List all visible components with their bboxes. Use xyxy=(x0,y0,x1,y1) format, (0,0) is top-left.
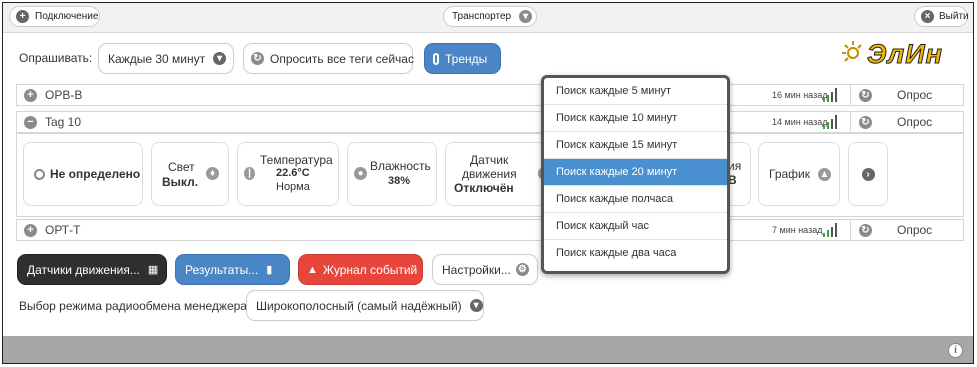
temperature-status: Норма xyxy=(276,181,310,193)
graph-label: График xyxy=(769,167,810,181)
sensor-panel: Не определено Свет Выкл. ♦ | Температура… xyxy=(16,133,964,217)
poll-interval-dropdown: Поиск каждые 5 минут Поиск каждые 10 мин… xyxy=(541,75,730,274)
logo-text: ЭлИн xyxy=(867,39,943,70)
dropdown-option[interactable]: Поиск каждые два часа xyxy=(544,240,727,267)
tag-row[interactable]: − Tag 10 14 мин назад ↻ Опрос xyxy=(16,111,964,133)
connect-label: Подключение xyxy=(35,11,99,22)
plus-icon: + xyxy=(16,10,29,23)
trends-button[interactable]: Тренды xyxy=(424,43,501,74)
tag-row[interactable]: + ОРВ-В 16 мин назад ↻ Опрос xyxy=(16,84,964,106)
light-label: Свет xyxy=(168,160,195,174)
poll-action[interactable]: Опрос xyxy=(897,223,932,237)
poll-action[interactable]: Опрос xyxy=(897,115,932,129)
tag-name: ОРТ-Т xyxy=(45,223,81,237)
tag-time: 16 мин назад xyxy=(772,90,828,100)
chart-icon: ▲ xyxy=(818,167,831,181)
tag-time: 14 мин назад xyxy=(772,117,828,127)
signal-icon xyxy=(823,115,841,129)
droplet-icon: ● xyxy=(354,167,367,180)
poll-label: Опрашивать: xyxy=(19,51,93,65)
settings-button[interactable]: Настройки... ⚙ xyxy=(432,254,538,285)
next-card-button[interactable]: › xyxy=(848,142,888,206)
refresh-icon[interactable]: ↻ xyxy=(859,115,872,129)
radio-mode-select[interactable]: Широкополосный (самый надёжный) ▾ xyxy=(246,290,484,321)
exit-button[interactable]: × Выйти xyxy=(914,6,969,27)
tag-name: ОРВ-В xyxy=(45,88,83,102)
divider xyxy=(850,85,851,105)
temperature-value: 22.6°C xyxy=(276,167,310,179)
poll-all-button[interactable]: ↻ Опросить все теги сейчас xyxy=(243,43,414,74)
tag-name: Tag 10 xyxy=(45,115,82,129)
info-icon[interactable]: i xyxy=(948,343,963,358)
dropdown-option-selected[interactable]: Поиск каждые 20 минут xyxy=(544,159,727,186)
humidity-label: Влажность xyxy=(370,159,431,173)
status-icon xyxy=(34,168,45,180)
divider xyxy=(850,112,851,132)
refresh-icon[interactable]: ↻ xyxy=(859,223,872,237)
plus-icon[interactable]: + xyxy=(24,88,37,102)
chevron-down-icon: ▾ xyxy=(213,52,227,65)
humidity-value: 38% xyxy=(388,175,411,187)
chevron-down-icon: ▾ xyxy=(469,299,483,312)
events-log-label: Журнал событий xyxy=(322,262,418,277)
app-window: + Подключение Транспортер ▾ × Выйти Опра… xyxy=(2,2,974,364)
radio-mode-label: Выбор режима радиообмена менеджера: xyxy=(19,299,251,313)
poll-action[interactable]: Опрос xyxy=(897,88,932,102)
transport-select[interactable]: Транспортер ▾ xyxy=(443,6,537,27)
top-bar: + Подключение Транспортер ▾ × Выйти xyxy=(3,3,973,33)
transport-label: Транспортер xyxy=(452,11,512,22)
poll-all-label: Опросить все теги сейчас xyxy=(270,51,414,66)
warning-icon: ▲ xyxy=(307,263,318,276)
motion-label-line1: Датчик xyxy=(470,153,509,167)
motion-card[interactable]: Датчик движения Отключён # xyxy=(445,142,555,206)
plus-icon[interactable]: + xyxy=(24,223,37,237)
dropdown-option[interactable]: Поиск каждые полчаса xyxy=(544,186,727,213)
events-log-button[interactable]: ▲ Журнал событий xyxy=(298,254,423,285)
signal-icon xyxy=(823,223,841,237)
bar-chart-icon: ▮ xyxy=(266,264,273,276)
logo: ЭлИн xyxy=(841,39,969,71)
motion-label-line2: движения xyxy=(462,167,517,181)
motion-value: Отключён xyxy=(454,181,514,195)
refresh-icon[interactable]: ↻ xyxy=(859,88,872,102)
bulb-icon: ♦ xyxy=(206,167,219,180)
results-button[interactable]: Результаты... ▮ xyxy=(175,254,290,285)
poll-interval-select[interactable]: Каждые 30 минут ▾ xyxy=(98,43,234,74)
results-label: Результаты... xyxy=(185,262,259,277)
temperature-card[interactable]: | Температура 22.6°C Норма xyxy=(237,142,339,206)
radio-mode-value: Широкополосный (самый надёжный) xyxy=(256,298,462,313)
dropdown-option[interactable]: Поиск каждые 10 минут xyxy=(544,105,727,132)
connect-button[interactable]: + Подключение xyxy=(9,6,100,27)
trends-label: Тренды xyxy=(445,51,488,66)
thermometer-icon xyxy=(433,52,439,65)
state-value: Не определено xyxy=(50,167,141,181)
poll-interval-value: Каждые 30 минут xyxy=(108,51,206,66)
temperature-label: Температура xyxy=(260,153,333,167)
signal-icon xyxy=(823,88,841,102)
divider xyxy=(850,220,851,240)
dropdown-option[interactable]: Поиск каждый час xyxy=(544,213,727,240)
refresh-icon: ↻ xyxy=(251,52,264,65)
chevron-down-icon: ▾ xyxy=(519,10,533,23)
dropdown-option[interactable]: Поиск каждые 5 минут xyxy=(544,78,727,105)
minus-icon[interactable]: − xyxy=(24,115,37,129)
dropdown-option[interactable]: Поиск каждые 15 минут xyxy=(544,132,727,159)
close-icon: × xyxy=(921,10,934,23)
exit-label: Выйти xyxy=(939,11,969,22)
light-value: Выкл. xyxy=(162,175,199,189)
graph-card[interactable]: График ▲ xyxy=(758,142,840,206)
humidity-card[interactable]: ● Влажность 38% xyxy=(347,142,437,206)
grid-icon: ▦ xyxy=(147,264,159,276)
motion-sensors-button[interactable]: Датчики движения... ▦ xyxy=(17,254,167,285)
tag-row[interactable]: + ОРТ-Т 7 мин назад ↻ Опрос xyxy=(16,219,964,241)
state-card[interactable]: Не определено xyxy=(23,142,143,206)
settings-label: Настройки... xyxy=(442,262,511,277)
light-card[interactable]: Свет Выкл. ♦ xyxy=(151,142,229,206)
tag-time: 7 мин назад xyxy=(772,225,823,235)
motion-sensors-label: Датчики движения... xyxy=(27,262,140,277)
thermometer-icon: | xyxy=(244,167,255,180)
gear-icon: ⚙ xyxy=(515,263,529,276)
chevron-right-icon: › xyxy=(861,167,875,181)
footer-bar: i xyxy=(3,336,973,363)
